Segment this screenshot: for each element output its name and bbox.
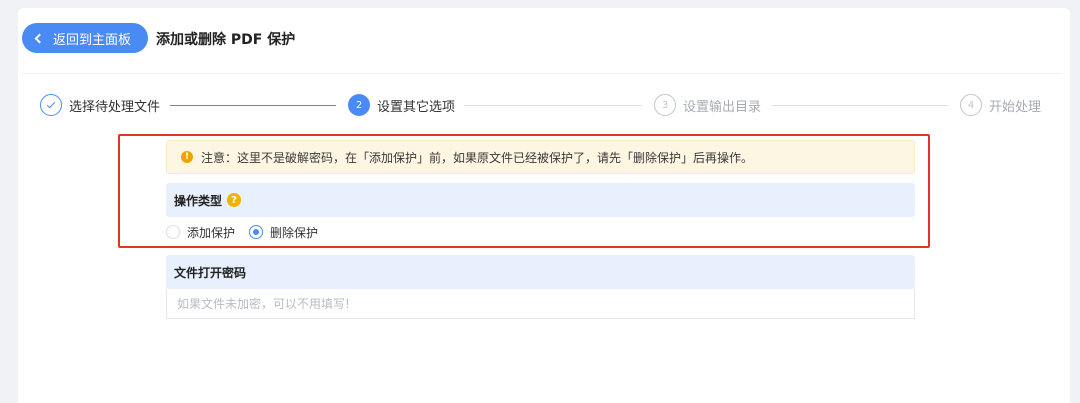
step-number-badge: 2 [348,94,370,116]
header-bar: 返回到主面板 添加或删除 PDF 保护 [22,14,1062,74]
step-select-files[interactable]: 选择待处理文件 [40,94,160,116]
step-label: 开始处理 [989,99,1042,115]
password-label: 文件打开密码 [174,265,247,280]
chevron-left-icon [34,33,45,43]
password-heading: 文件打开密码 [166,255,915,289]
step-other-options[interactable]: 2 设置其它选项 [348,94,455,116]
step-label: 设置输出目录 [683,99,762,115]
annotation-highlight-box [118,134,930,248]
step-start[interactable]: 4 开始处理 [960,94,1041,116]
step-label: 设置其它选项 [377,99,456,115]
step-connector [464,105,642,106]
step-number-badge: 4 [960,94,982,116]
step-number-badge: 3 [654,94,676,116]
back-to-dashboard-button[interactable]: 返回到主面板 [22,23,148,53]
step-check-icon [40,94,62,116]
step-connector [170,105,336,106]
stepper: 选择待处理文件 2 设置其它选项 3 设置输出目录 4 开始处理 [40,94,1050,118]
page-title: 添加或删除 PDF 保护 [156,32,296,48]
password-input[interactable] [166,289,915,319]
step-output-dir[interactable]: 3 设置输出目录 [654,94,761,116]
step-label: 选择待处理文件 [69,99,161,115]
back-button-label: 返回到主面板 [53,31,132,47]
step-connector [772,105,948,106]
